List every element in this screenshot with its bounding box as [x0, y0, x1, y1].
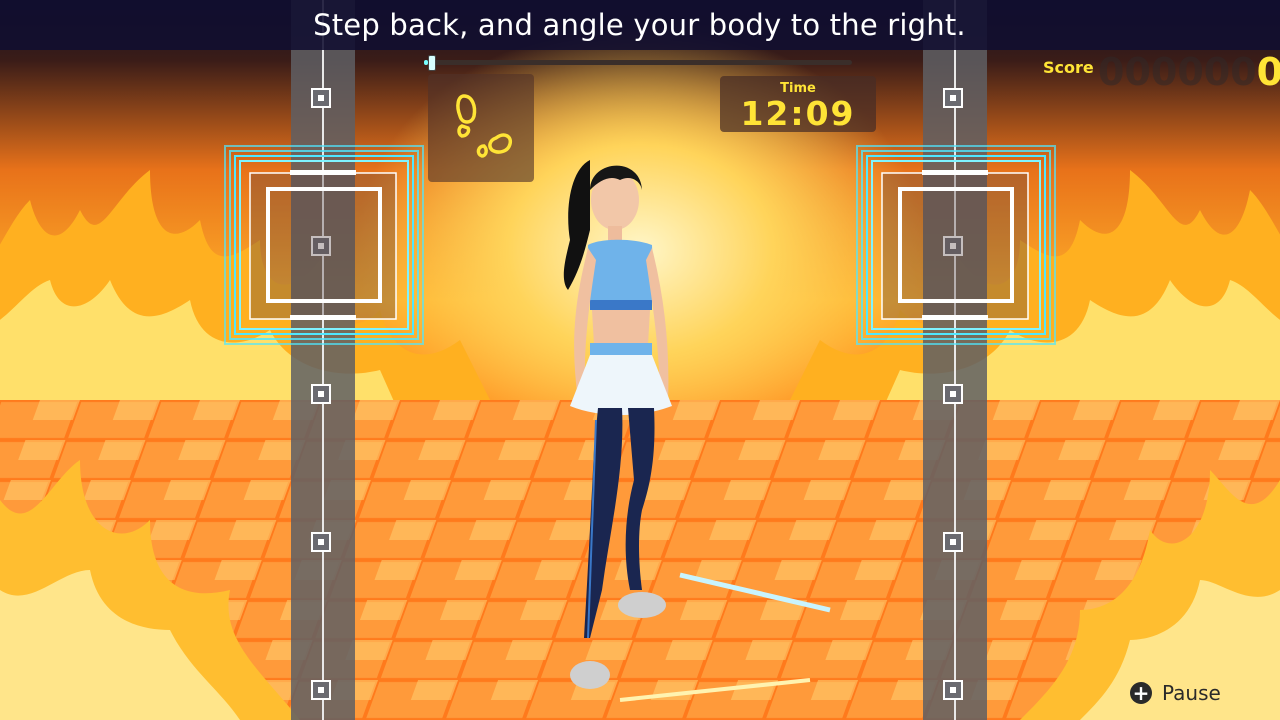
trainer-character — [563, 160, 672, 689]
beat-target-right — [856, 145, 1056, 345]
score-counter: 000000 0 — [1098, 50, 1280, 94]
pause-label: Pause — [1162, 681, 1221, 705]
song-progress-bar — [424, 60, 852, 65]
instruction-banner: Step back, and angle your body to the ri… — [0, 0, 1280, 50]
rhythm-track-right — [923, 0, 987, 720]
pause-button[interactable]: + Pause — [1130, 681, 1221, 705]
beat-target-left — [224, 145, 424, 345]
track-node — [311, 532, 331, 552]
step-hint-panel — [428, 74, 534, 182]
footprints-icon — [456, 94, 513, 158]
time-panel: Time 12:09 — [720, 76, 876, 133]
track-node — [943, 680, 963, 700]
track-node — [943, 532, 963, 552]
track-node — [311, 88, 331, 108]
track-line — [322, 0, 324, 720]
plus-icon[interactable]: + — [1130, 682, 1152, 704]
foreground-flame-left — [0, 460, 300, 720]
progress-marker — [428, 55, 437, 71]
score-leading-zeros: 000000 — [1098, 50, 1257, 94]
track-node — [311, 384, 331, 404]
score-value: 0 — [1256, 50, 1280, 94]
instruction-text: Step back, and angle your body to the ri… — [313, 8, 966, 42]
track-node — [311, 680, 331, 700]
track-node — [943, 88, 963, 108]
track-node — [943, 384, 963, 404]
rhythm-track-left — [291, 0, 355, 720]
score-label: Score — [1043, 58, 1094, 77]
foreground-flame-right — [1020, 470, 1280, 720]
time-value: 12:09 — [740, 94, 856, 133]
track-line — [954, 0, 956, 720]
